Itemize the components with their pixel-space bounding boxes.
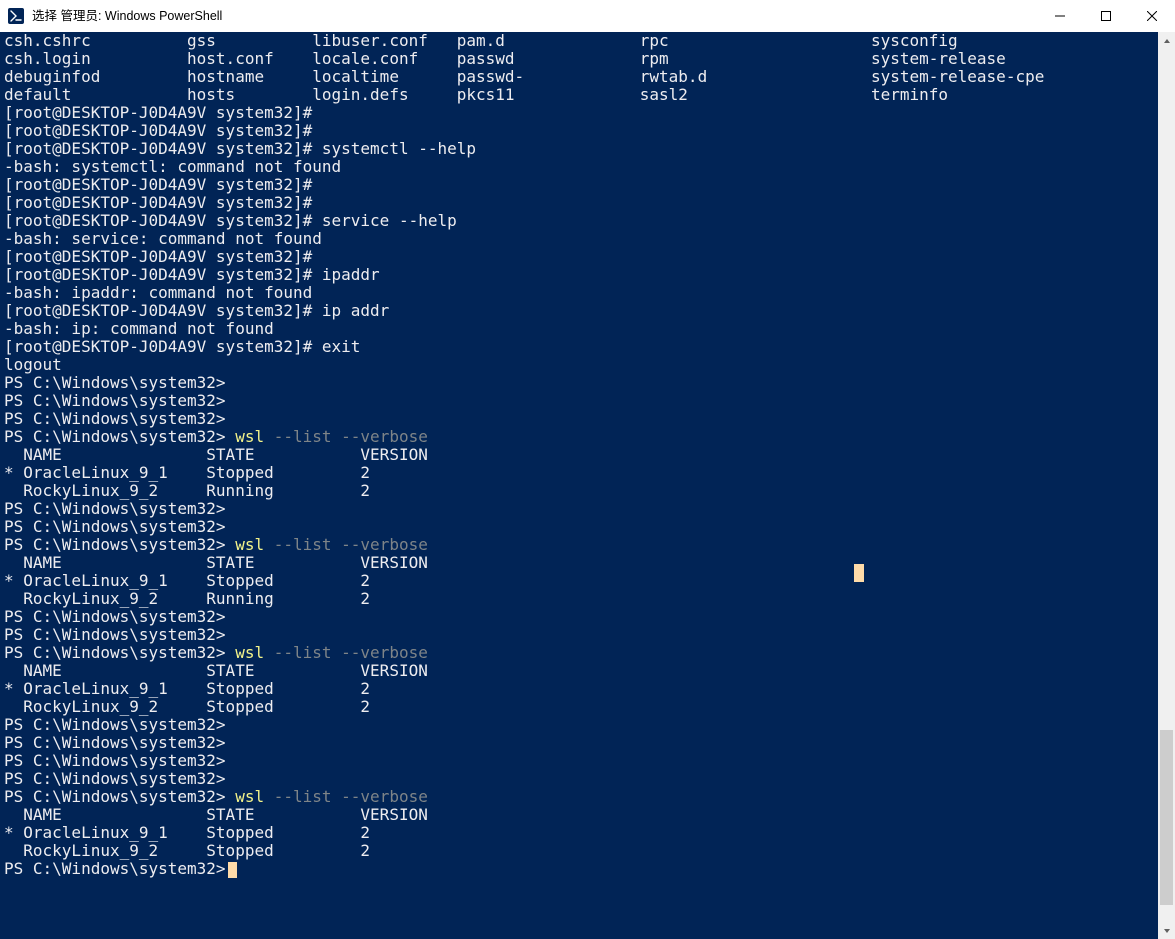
scroll-thumb[interactable]	[1160, 730, 1173, 905]
minimize-button[interactable]	[1037, 0, 1083, 32]
powershell-icon	[8, 8, 24, 24]
titlebar[interactable]: 选择 管理员: Windows PowerShell	[0, 0, 1175, 33]
terminal-viewport[interactable]: csh.cshrc gss libuser.conf pam.d rpc sys…	[0, 32, 1175, 939]
scroll-up-button[interactable]	[1158, 32, 1175, 49]
window-title: 选择 管理员: Windows PowerShell	[32, 0, 222, 32]
selection-cursor	[854, 564, 864, 582]
maximize-button[interactable]	[1083, 0, 1129, 32]
terminal-text: csh.cshrc gss libuser.conf pam.d rpc sys…	[4, 32, 1175, 878]
vertical-scrollbar[interactable]	[1158, 32, 1175, 939]
scroll-track[interactable]	[1158, 49, 1175, 922]
scroll-down-button[interactable]	[1158, 922, 1175, 939]
close-button[interactable]	[1129, 0, 1175, 32]
powershell-window: 选择 管理员: Windows PowerShell csh.cshrc gss…	[0, 0, 1175, 939]
